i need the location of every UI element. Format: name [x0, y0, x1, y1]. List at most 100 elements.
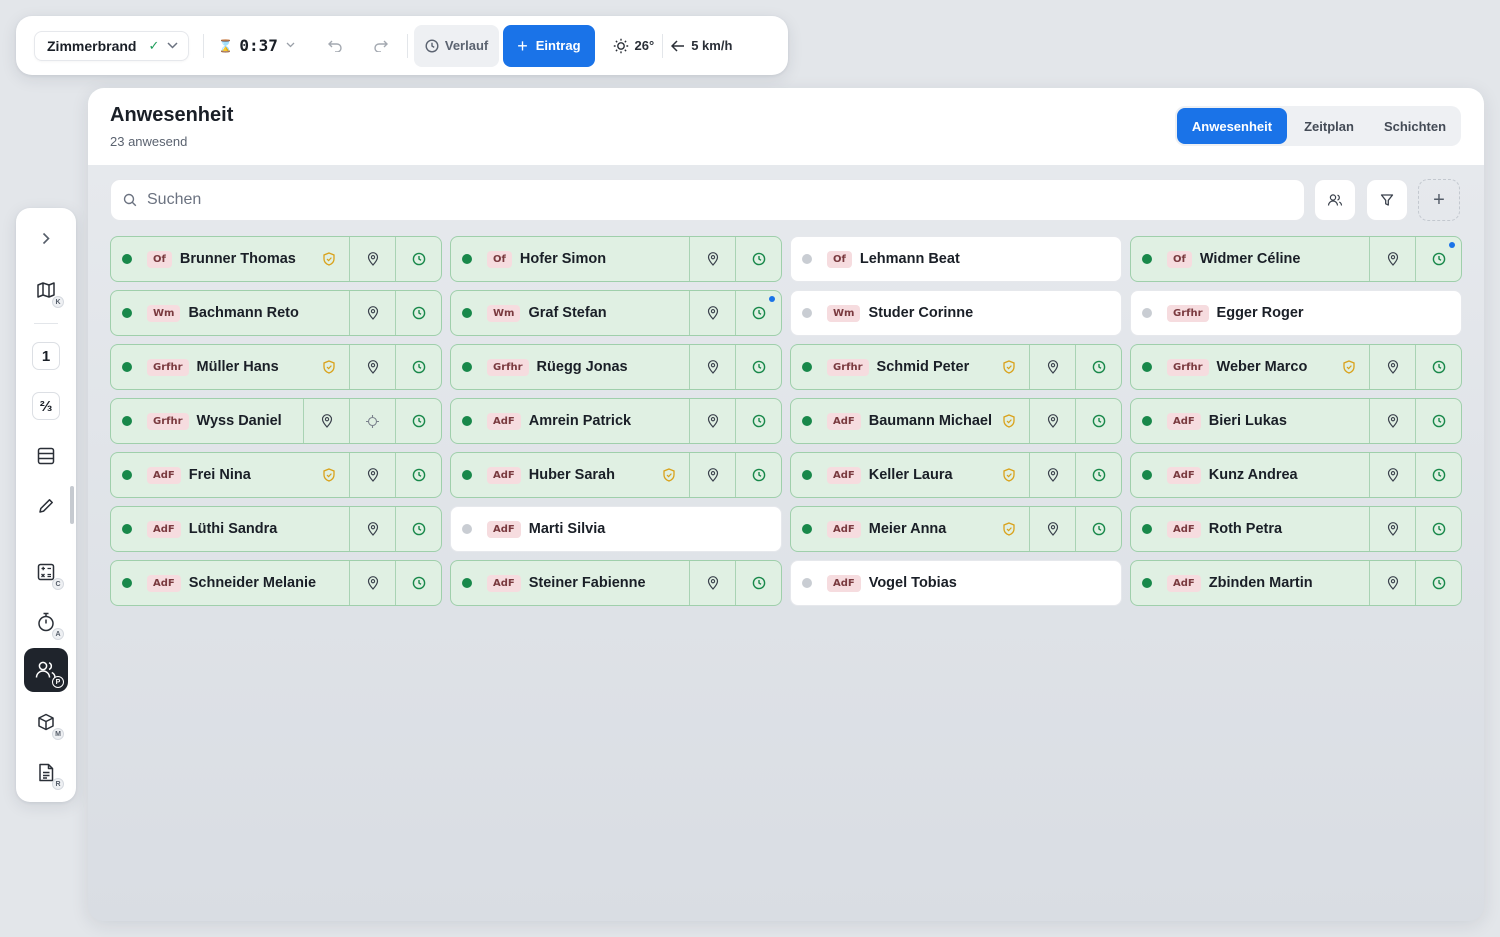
time-log-button[interactable]	[735, 345, 781, 389]
present-status-dot[interactable]	[802, 524, 812, 534]
present-status-dot[interactable]	[1142, 362, 1152, 372]
absent-status-dot[interactable]	[462, 524, 472, 534]
present-status-dot[interactable]	[462, 470, 472, 480]
attendee-card-vogel-tobias[interactable]: AdF Vogel Tobias	[790, 560, 1122, 606]
absent-status-dot[interactable]	[1142, 308, 1152, 318]
attendee-info[interactable]: Grfhr Schmid Peter	[791, 345, 1029, 389]
attendee-info[interactable]: AdF Amrein Patrick	[451, 399, 689, 443]
attendee-info[interactable]: Wm Graf Stefan	[451, 291, 689, 335]
filter-button[interactable]	[1366, 179, 1408, 221]
location-button[interactable]	[1369, 507, 1415, 551]
attendee-card-kunz-andrea[interactable]: AdF Kunz Andrea	[1130, 452, 1462, 498]
attendee-card-zbinden-martin[interactable]: AdF Zbinden Martin	[1130, 560, 1462, 606]
attendee-card-wyss-daniel[interactable]: Grfhr Wyss Daniel	[110, 398, 442, 444]
time-log-button[interactable]	[1075, 453, 1121, 497]
location-button[interactable]	[349, 291, 395, 335]
sidebar-item-report[interactable]: R	[24, 750, 68, 794]
add-entry-button[interactable]: + Eintrag	[503, 24, 595, 67]
attendee-card-meier-anna[interactable]: AdF Meier Anna	[790, 506, 1122, 552]
time-log-button[interactable]	[735, 561, 781, 605]
present-status-dot[interactable]	[122, 470, 132, 480]
time-log-button[interactable]	[395, 453, 441, 497]
time-log-button[interactable]	[395, 399, 441, 443]
attendee-info[interactable]: AdF Huber Sarah	[451, 453, 689, 497]
elapsed-timer[interactable]: ⌛ 0:37	[218, 36, 295, 55]
attendee-info[interactable]: AdF Frei Nina	[111, 453, 349, 497]
attendee-info[interactable]: AdF Vogel Tobias	[791, 561, 1121, 605]
time-log-button[interactable]	[1415, 507, 1461, 551]
attendee-card-graf-stefan[interactable]: Wm Graf Stefan	[450, 290, 782, 336]
location-button[interactable]	[1029, 507, 1075, 551]
attendee-info[interactable]: AdF Keller Laura	[791, 453, 1029, 497]
attendee-info[interactable]: Grfhr Müller Hans	[111, 345, 349, 389]
present-status-dot[interactable]	[802, 362, 812, 372]
present-status-dot[interactable]	[462, 254, 472, 264]
time-log-button[interactable]	[735, 453, 781, 497]
attendee-card-bieri-lukas[interactable]: AdF Bieri Lukas	[1130, 398, 1462, 444]
location-button[interactable]	[689, 399, 735, 443]
sidebar-item-timer[interactable]: A	[24, 600, 68, 644]
attendee-card-hofer-simon[interactable]: Of Hofer Simon	[450, 236, 782, 282]
attendee-card-studer-corinne[interactable]: Wm Studer Corinne	[790, 290, 1122, 336]
time-log-button[interactable]	[395, 291, 441, 335]
tab-anwesenheit[interactable]: Anwesenheit	[1177, 108, 1287, 144]
attendee-info[interactable]: Grfhr Rüegg Jonas	[451, 345, 689, 389]
present-status-dot[interactable]	[122, 308, 132, 318]
attendee-card-luthi-sandra[interactable]: AdF Lüthi Sandra	[110, 506, 442, 552]
attendee-info[interactable]: Of Hofer Simon	[451, 237, 689, 281]
attendee-info[interactable]: Wm Studer Corinne	[791, 291, 1121, 335]
tab-schichten[interactable]: Schichten	[1371, 108, 1459, 144]
attendee-card-muller-hans[interactable]: Grfhr Müller Hans	[110, 344, 442, 390]
attendee-card-frei-nina[interactable]: AdF Frei Nina	[110, 452, 442, 498]
location-button[interactable]	[349, 453, 395, 497]
attendee-info[interactable]: AdF Kunz Andrea	[1131, 453, 1369, 497]
attendee-info[interactable]: AdF Meier Anna	[791, 507, 1029, 551]
location-button[interactable]	[1029, 399, 1075, 443]
location-button[interactable]	[689, 291, 735, 335]
attendee-info[interactable]: AdF Schneider Melanie	[111, 561, 349, 605]
sidebar-item-material[interactable]: M	[24, 700, 68, 744]
redo-button[interactable]	[365, 30, 397, 62]
attendee-info[interactable]: Grfhr Egger Roger	[1131, 291, 1461, 335]
time-log-button[interactable]	[735, 237, 781, 281]
present-status-dot[interactable]	[1142, 254, 1152, 264]
location-button[interactable]	[1369, 561, 1415, 605]
location-button[interactable]	[1029, 345, 1075, 389]
attendee-card-roth-petra[interactable]: AdF Roth Petra	[1130, 506, 1462, 552]
attendee-card-bachmann-reto[interactable]: Wm Bachmann Reto	[110, 290, 442, 336]
attendee-info[interactable]: AdF Steiner Fabienne	[451, 561, 689, 605]
attendee-info[interactable]: Wm Bachmann Reto	[111, 291, 349, 335]
present-status-dot[interactable]	[122, 416, 132, 426]
location-button[interactable]	[1369, 345, 1415, 389]
history-button[interactable]: Verlauf	[413, 24, 500, 67]
group-view-button[interactable]	[1314, 179, 1356, 221]
attendee-card-brunner-thomas[interactable]: Of Brunner Thomas	[110, 236, 442, 282]
time-log-button[interactable]	[1415, 345, 1461, 389]
sidebar-item-attendance[interactable]: P	[24, 648, 68, 692]
present-status-dot[interactable]	[462, 362, 472, 372]
present-status-dot[interactable]	[802, 416, 812, 426]
attendee-card-weber-marco[interactable]: Grfhr Weber Marco	[1130, 344, 1462, 390]
tab-zeitplan[interactable]: Zeitplan	[1287, 108, 1371, 144]
sidebar-item-edit[interactable]	[24, 484, 68, 528]
absent-status-dot[interactable]	[802, 578, 812, 588]
time-log-button[interactable]	[735, 399, 781, 443]
absent-status-dot[interactable]	[802, 308, 812, 318]
attendee-info[interactable]: AdF Zbinden Martin	[1131, 561, 1369, 605]
location-button[interactable]	[689, 345, 735, 389]
attendee-card-egger-roger[interactable]: Grfhr Egger Roger	[1130, 290, 1462, 336]
incident-selector[interactable]: Zimmerbrand ✓	[34, 30, 190, 61]
location-button[interactable]	[1369, 237, 1415, 281]
location-button[interactable]	[1369, 453, 1415, 497]
undo-button[interactable]	[319, 30, 351, 62]
location-button[interactable]	[689, 237, 735, 281]
time-log-button[interactable]	[395, 561, 441, 605]
location-button[interactable]	[1029, 453, 1075, 497]
time-log-button[interactable]	[1415, 237, 1461, 281]
present-status-dot[interactable]	[122, 254, 132, 264]
sidebar-item-map[interactable]: K	[24, 268, 68, 312]
attendee-info[interactable]: AdF Baumann Michael	[791, 399, 1029, 443]
time-log-button[interactable]	[735, 291, 781, 335]
expand-sidebar-button[interactable]	[24, 216, 68, 260]
location-button[interactable]	[1369, 399, 1415, 443]
